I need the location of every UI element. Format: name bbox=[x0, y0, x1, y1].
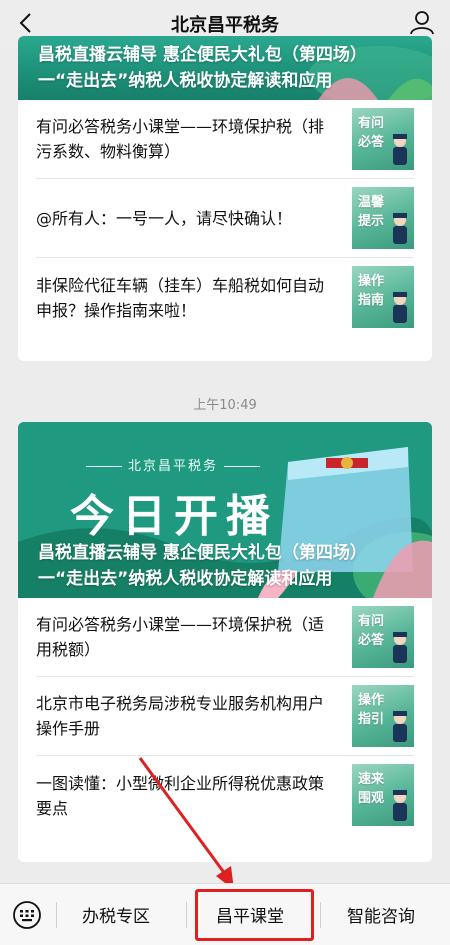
article-card[interactable]: 昌税直播云辅导 惠企便民大礼包（第四场） 一“走出去”纳税人税收协定解读和应用 … bbox=[18, 36, 432, 361]
menu-divider bbox=[320, 902, 321, 928]
tax-officer-illustration bbox=[393, 134, 407, 165]
tax-officer-illustration bbox=[393, 632, 407, 663]
article-thumbnail: 操作指南 bbox=[352, 266, 414, 328]
banner-title: 昌税直播云辅导 惠企便民大礼包（第四场） bbox=[38, 45, 367, 65]
article-banner[interactable]: 昌税直播云辅导 惠企便民大礼包（第四场） 一“走出去”纳税人税收协定解读和应用 bbox=[18, 36, 432, 100]
banner-headline: 今日开播 bbox=[70, 491, 278, 542]
thumbnail-label: 有问必答 bbox=[357, 614, 384, 648]
menu-tab-tax-zone[interactable]: 办税专区 bbox=[82, 902, 150, 927]
article-thumbnail: 操作指引 bbox=[352, 685, 414, 747]
banner-brand-text: 北京昌平税务 bbox=[128, 459, 219, 474]
article-title: 有问必答税务小课堂——环境保护税（适用税额） bbox=[36, 615, 325, 659]
list-item[interactable]: 有问必答税务小课堂——环境保护税（排污系数、物料衡算） 有问必答 bbox=[36, 100, 414, 179]
thumbnail-label: 温馨提示 bbox=[357, 195, 384, 229]
article-title: 非保险代征车辆（挂车）车船税如何自动申报？操作指南来啦！ bbox=[36, 275, 325, 320]
menu-divider bbox=[56, 902, 57, 928]
list-item[interactable]: 一图读懂：小型微利企业所得税优惠政策要点 速来围观 bbox=[36, 756, 414, 835]
list-item[interactable]: 北京市电子税务局涉税专业服务机构用户操作手册 操作指引 bbox=[36, 677, 414, 756]
menu-divider bbox=[186, 902, 187, 928]
thumbnail-label: 操作指引 bbox=[357, 693, 384, 727]
article-thumbnail: 有问必答 bbox=[352, 606, 414, 668]
tax-officer-illustration bbox=[393, 790, 407, 821]
article-title: @所有人：一号一人，请尽快确认！ bbox=[36, 208, 293, 228]
article-thumbnail: 速来围观 bbox=[352, 764, 414, 826]
banner-subtitle: 一“走出去”纳税人税收协定解读和应用 bbox=[38, 71, 333, 91]
article-banner[interactable]: 北京昌平税务 今日开播 昌税直播云辅导 惠企便民大礼包（第四场） 一“走出去”纳… bbox=[18, 422, 432, 598]
article-title: 有问必答税务小课堂——环境保护税（排污系数、物料衡算） bbox=[36, 117, 325, 161]
article-title: 一图读懂：小型微利企业所得税优惠政策要点 bbox=[36, 773, 325, 818]
list-item[interactable]: @所有人：一号一人，请尽快确认！ 温馨提示 bbox=[36, 179, 414, 258]
tax-officer-illustration bbox=[393, 213, 407, 244]
list-item[interactable]: 有问必答税务小课堂——环境保护税（适用税额） 有问必答 bbox=[36, 598, 414, 677]
message-timestamp: 上午10:49 bbox=[193, 398, 257, 413]
banner-subtitle: 一“走出去”纳税人税收协定解读和应用 bbox=[38, 569, 333, 589]
article-thumbnail: 温馨提示 bbox=[352, 187, 414, 249]
list-item[interactable]: 非保险代征车辆（挂车）车船税如何自动申报？操作指南来啦！ 操作指南 bbox=[36, 258, 414, 337]
article-title: 北京市电子税务局涉税专业服务机构用户操作手册 bbox=[36, 694, 325, 738]
menu-tab-smart-consult[interactable]: 智能咨询 bbox=[347, 902, 415, 927]
thumbnail-label: 操作指南 bbox=[357, 274, 384, 308]
bottom-menu-bar: 办税专区 昌平课堂 智能咨询 bbox=[0, 883, 450, 945]
person-icon[interactable] bbox=[408, 8, 436, 36]
banner-brand: 北京昌平税务 bbox=[80, 455, 266, 474]
banner-title: 昌税直播云辅导 惠企便民大礼包（第四场） bbox=[38, 543, 367, 563]
article-card[interactable]: 北京昌平税务 今日开播 昌税直播云辅导 惠企便民大礼包（第四场） 一“走出去”纳… bbox=[18, 422, 432, 862]
tax-officer-illustration bbox=[393, 292, 407, 323]
annotation-highlight-box bbox=[195, 889, 314, 941]
tax-officer-illustration bbox=[393, 711, 407, 742]
page-title: 北京昌平税务 bbox=[171, 15, 279, 36]
keyboard-icon[interactable] bbox=[12, 900, 42, 930]
thumbnail-label: 有问必答 bbox=[357, 116, 384, 150]
thumbnail-label: 速来围观 bbox=[357, 772, 384, 806]
article-thumbnail: 有问必答 bbox=[352, 108, 414, 170]
